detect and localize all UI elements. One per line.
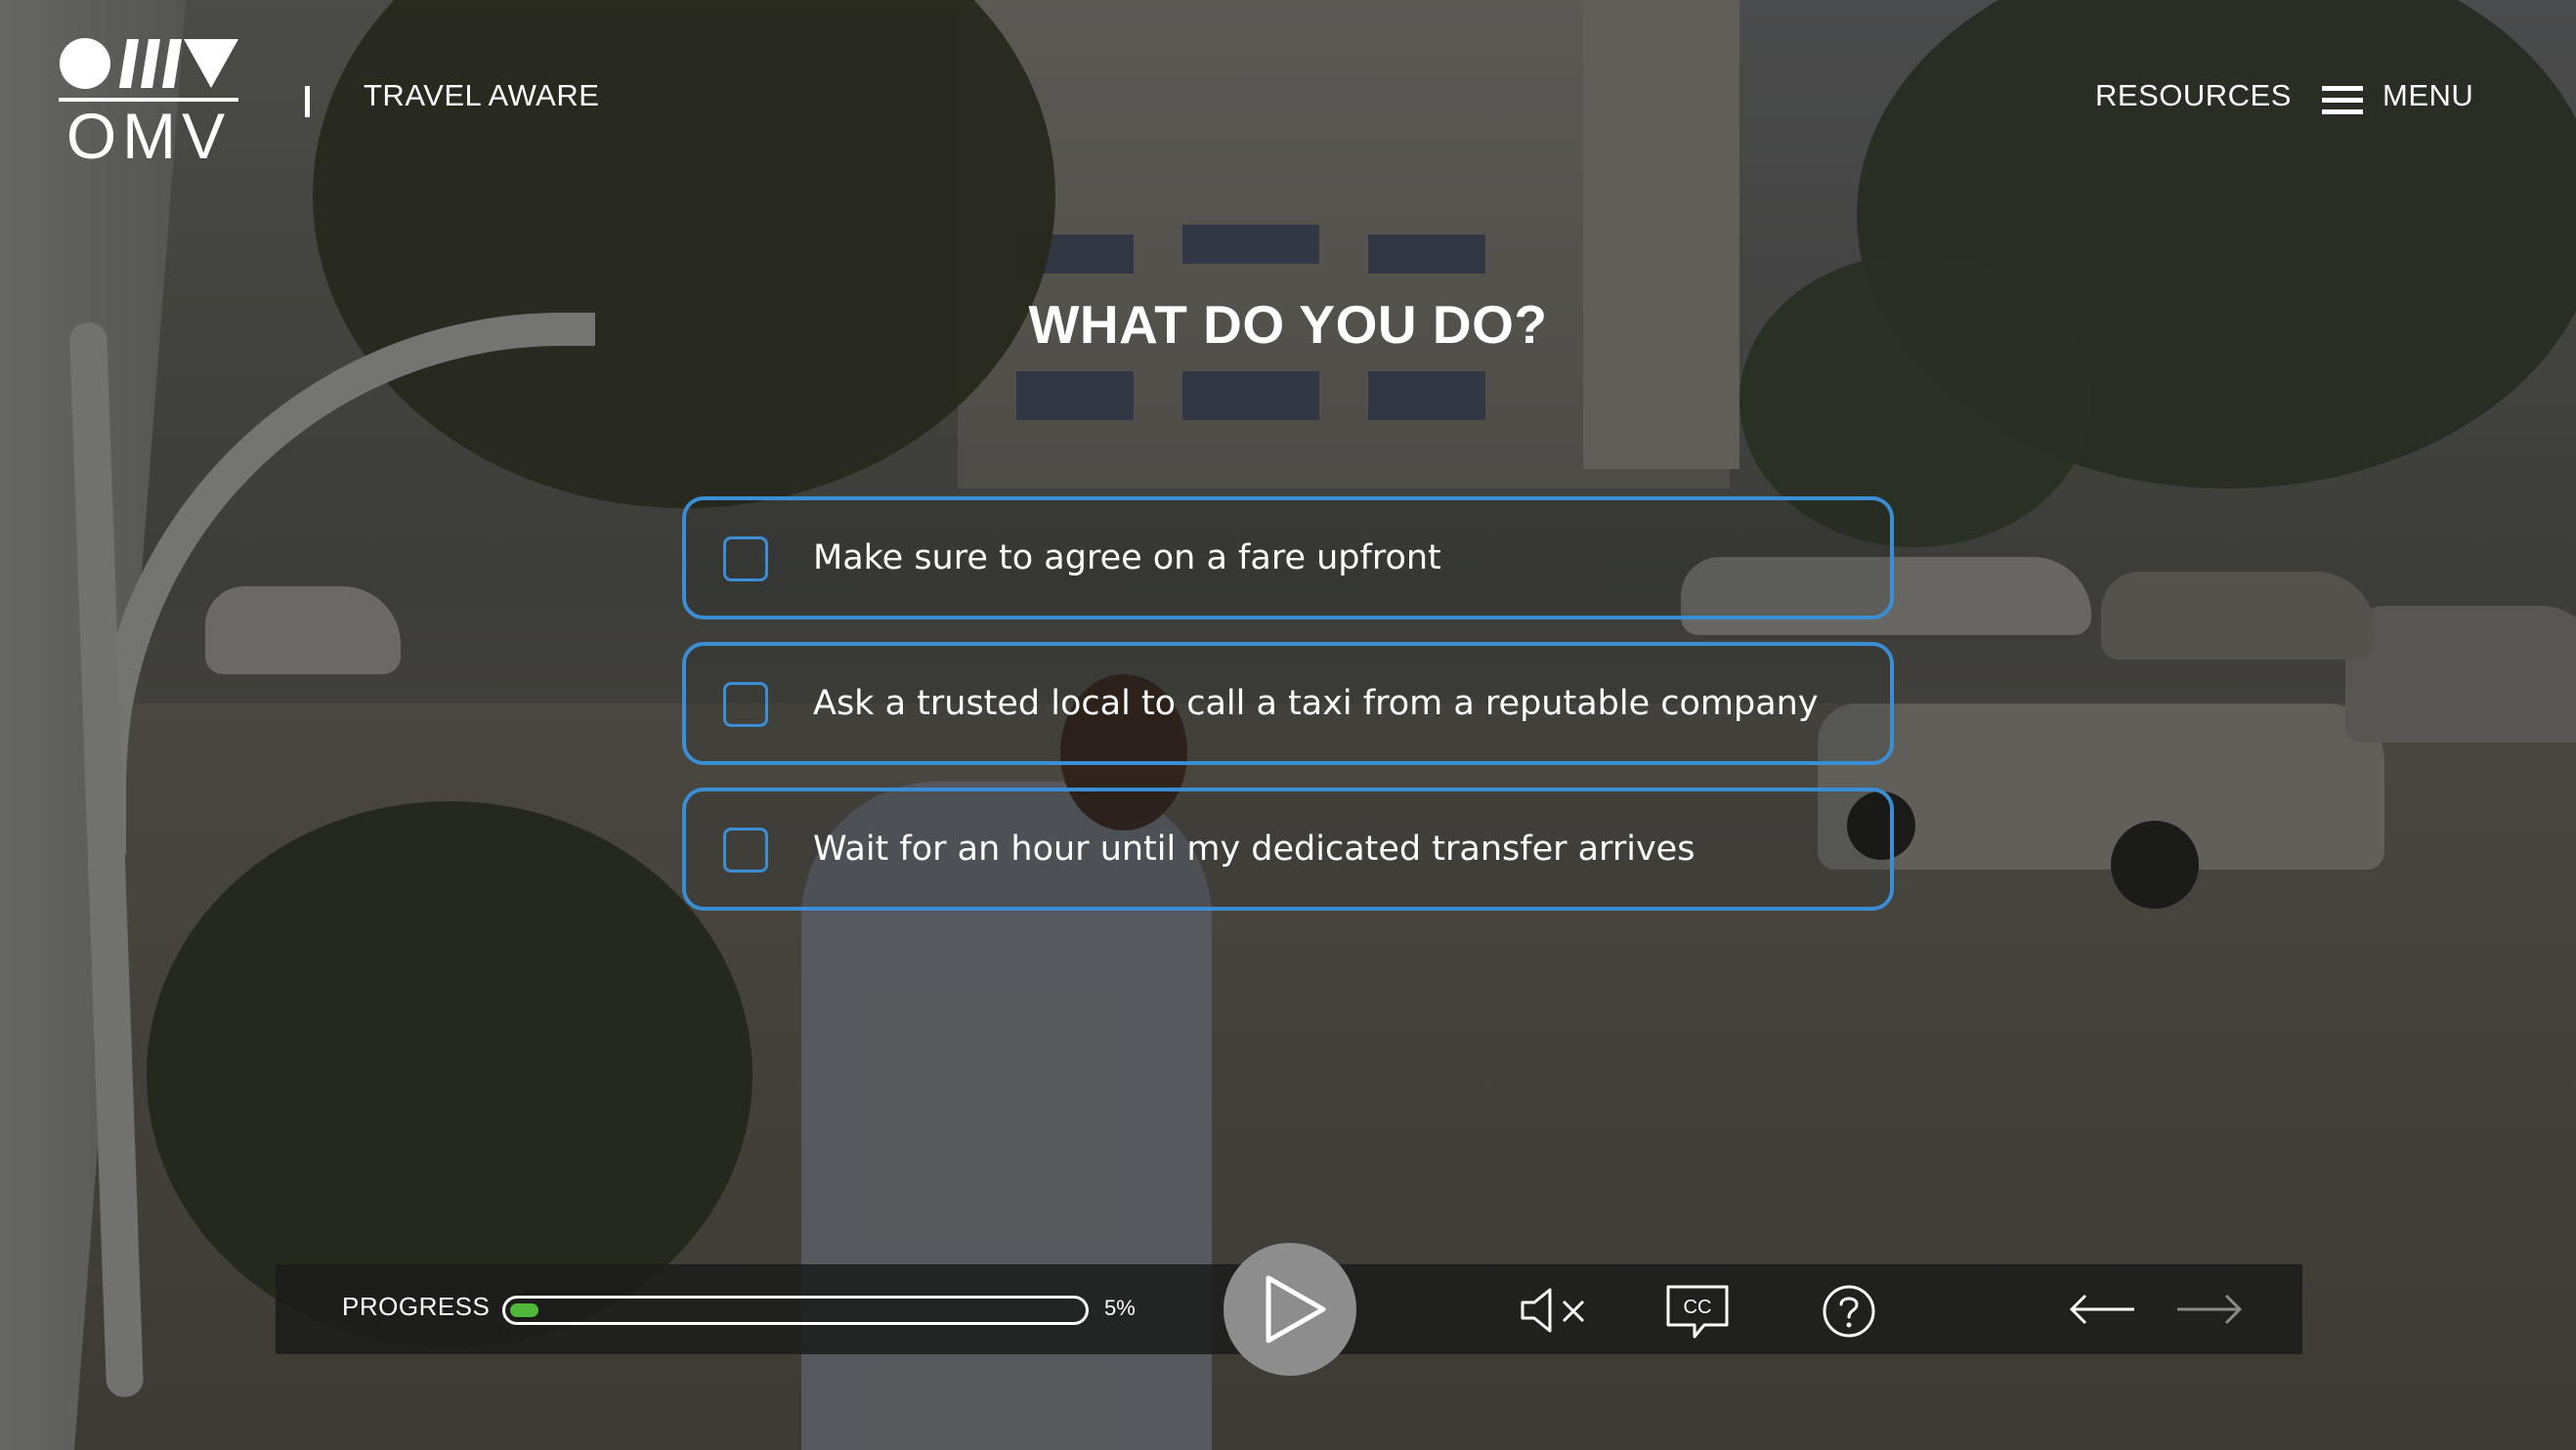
resources-button[interactable]: RESOURCES <box>2095 78 2292 113</box>
header-separator <box>305 86 310 117</box>
course-title: TRAVEL AWARE <box>364 78 600 112</box>
next-arrow-icon[interactable] <box>2175 1292 2244 1327</box>
answer-option-label: Make sure to agree on a fare upfront <box>813 538 1441 577</box>
checkbox[interactable] <box>723 682 768 727</box>
play-icon <box>1266 1275 1326 1343</box>
question-title: WHAT DO YOU DO? <box>1028 294 1548 355</box>
progress-bar <box>502 1296 1089 1325</box>
answer-option-3[interactable]: Wait for an hour until my dedicated tran… <box>682 788 1894 911</box>
logo-text: OMV <box>65 100 232 172</box>
omv-logo: OMV <box>57 33 240 170</box>
help-icon[interactable] <box>1822 1284 1876 1339</box>
progress-percent: 5% <box>1104 1296 1136 1320</box>
checkbox[interactable] <box>723 536 768 581</box>
progress-bar-fill <box>510 1303 538 1317</box>
answer-option-2[interactable]: Ask a trusted local to call a taxi from … <box>682 642 1894 765</box>
answer-option-label: Ask a trusted local to call a taxi from … <box>813 684 1819 723</box>
play-button[interactable] <box>1224 1243 1356 1376</box>
hamburger-icon <box>2322 86 2363 115</box>
closed-captions-icon[interactable]: CC <box>1665 1284 1730 1341</box>
back-arrow-icon[interactable] <box>2068 1292 2136 1327</box>
omv-logo-mark-icon <box>60 38 238 89</box>
player-control-bar: PROGRESS 5% CC <box>276 1243 2302 1376</box>
checkbox[interactable] <box>723 828 768 873</box>
mute-icon[interactable] <box>1519 1286 1597 1335</box>
progress-label: PROGRESS <box>342 1292 491 1321</box>
answer-option-label: Wait for an hour until my dedicated tran… <box>813 830 1696 869</box>
answer-option-1[interactable]: Make sure to agree on a fare upfront <box>682 496 1894 619</box>
answer-options: Make sure to agree on a fare upfront Ask… <box>682 496 1894 933</box>
menu-label: MENU <box>2383 78 2474 112</box>
svg-text:CC: CC <box>1684 1297 1712 1318</box>
